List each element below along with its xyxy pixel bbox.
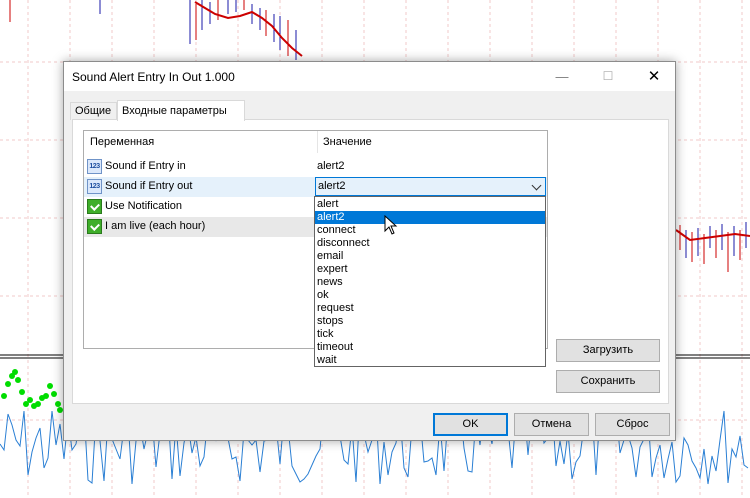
- title-bar[interactable]: Sound Alert Entry In Out 1.000 — ☐ ✕: [64, 62, 675, 91]
- dropdown-option-highlighted[interactable]: alert2: [315, 211, 545, 224]
- dialog-title: Sound Alert Entry In Out 1.000: [72, 70, 235, 84]
- moving-average-line: [194, 1, 303, 57]
- bool-icon: [87, 219, 102, 234]
- indicator-dot: [55, 401, 61, 407]
- cancel-button[interactable]: Отмена: [514, 413, 589, 436]
- dropdown-option[interactable]: connect: [315, 224, 545, 237]
- dropdown-option[interactable]: news: [315, 276, 545, 289]
- load-button[interactable]: Загрузить: [556, 339, 660, 362]
- indicator-dot: [27, 397, 33, 403]
- dropdown-option[interactable]: alert: [315, 198, 545, 211]
- column-header-variable[interactable]: Переменная: [90, 131, 154, 153]
- combobox-value: alert2: [318, 180, 346, 192]
- parameter-name: I am live (each hour): [105, 220, 206, 232]
- dropdown-option[interactable]: wait: [315, 354, 545, 367]
- save-preset-button[interactable]: Сохранить: [556, 370, 660, 393]
- maximize-icon[interactable]: ☐: [586, 62, 630, 91]
- dropdown-option[interactable]: ok: [315, 289, 545, 302]
- value-combobox[interactable]: alert2: [315, 177, 546, 196]
- number-icon: 123: [87, 179, 102, 194]
- indicator-dot: [35, 401, 41, 407]
- indicator-dot: [15, 377, 21, 383]
- number-icon: 123: [87, 159, 102, 174]
- parameter-value[interactable]: alert2: [317, 160, 345, 172]
- mouse-cursor-icon: [384, 215, 398, 235]
- dropdown-option[interactable]: timeout: [315, 341, 545, 354]
- dropdown-option[interactable]: disconnect: [315, 237, 545, 250]
- indicator-dot: [47, 383, 53, 389]
- ok-button[interactable]: OK: [433, 413, 508, 436]
- indicator-dot: [43, 393, 49, 399]
- indicator-dot: [5, 381, 11, 387]
- chevron-down-icon[interactable]: [531, 180, 542, 191]
- indicator-dot: [19, 389, 25, 395]
- reset-button[interactable]: Сброс: [595, 413, 670, 436]
- dropdown-option[interactable]: email: [315, 250, 545, 263]
- table-row[interactable]: 123 Sound if Entry in alert2: [84, 157, 547, 177]
- indicator-dot: [12, 369, 18, 375]
- dropdown-option[interactable]: tick: [315, 328, 545, 341]
- parameter-name: Sound if Entry out: [105, 180, 193, 192]
- dropdown-option[interactable]: request: [315, 302, 545, 315]
- parameter-name: Use Notification: [105, 200, 183, 212]
- tab-input-parameters[interactable]: Входные параметры: [117, 100, 245, 121]
- column-header-value[interactable]: Значение: [317, 131, 372, 153]
- value-dropdown-list[interactable]: alert alert2 connect disconnect email ex…: [314, 196, 546, 367]
- table-row[interactable]: 123 Sound if Entry out alert2: [84, 177, 547, 197]
- dropdown-option[interactable]: stops: [315, 315, 545, 328]
- close-icon[interactable]: ✕: [632, 62, 676, 91]
- indicator-dot: [1, 393, 7, 399]
- tab-general[interactable]: Общие: [70, 102, 117, 120]
- minimize-icon[interactable]: —: [540, 62, 584, 91]
- indicator-dot: [51, 391, 57, 397]
- parameter-name: Sound if Entry in: [105, 160, 186, 172]
- moving-average-line-right: [675, 229, 750, 242]
- bool-icon: [87, 199, 102, 214]
- dropdown-option[interactable]: expert: [315, 263, 545, 276]
